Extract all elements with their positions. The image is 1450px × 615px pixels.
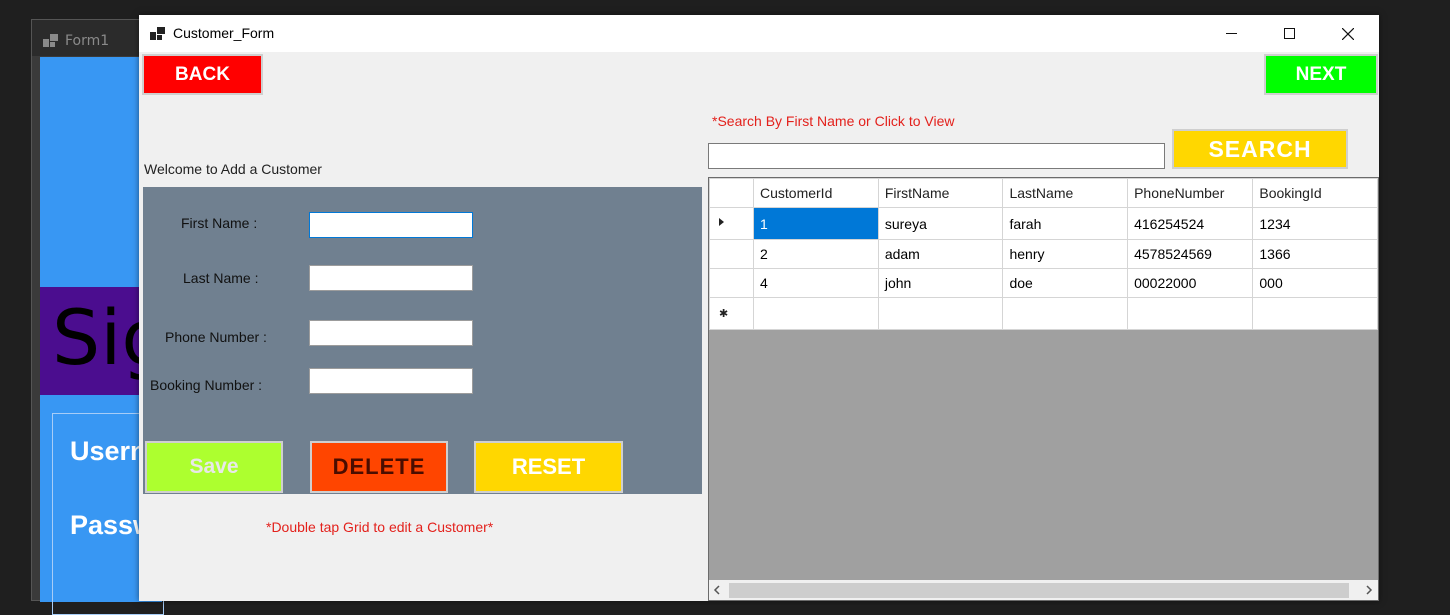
grid-cell[interactable]: farah [1002,207,1129,240]
column-header-phonenumber[interactable]: PhoneNumber [1127,178,1254,208]
last-name-label: Last Name : [183,270,259,286]
window-title: Customer_Form [173,25,275,41]
search-hint: *Search By First Name or Click to View [712,113,955,129]
row-header[interactable] [709,239,754,269]
search-button[interactable]: SEARCH [1172,129,1348,169]
background-window-title: Form1 [65,33,110,49]
next-button[interactable]: NEXT [1264,54,1378,95]
grid-cell[interactable]: 000 [1252,268,1378,298]
reset-button[interactable]: RESET [474,441,623,493]
customer-form-window: Customer_Form BACK NEXT *Search By First… [139,15,1379,601]
column-header-bookingid[interactable]: BookingId [1252,178,1378,208]
last-name-field[interactable] [309,265,473,291]
grid-cell[interactable]: 2 [753,239,879,269]
scroll-right-icon[interactable] [1365,585,1373,595]
grid-cell[interactable]: doe [1002,268,1129,298]
horizontal-scroll-thumb[interactable] [729,583,1349,598]
phone-number-label: Phone Number : [165,329,267,345]
minimize-button[interactable] [1202,15,1260,52]
grid-cell[interactable]: adam [877,239,1004,269]
row-header[interactable] [709,268,754,298]
booking-number-label: Booking Number : [150,377,263,393]
close-icon [1342,27,1354,40]
svg-text:✱: ✱ [719,307,728,320]
new-row-indicator[interactable]: ✱ [709,297,754,330]
grid-cell[interactable]: 4 [753,268,879,298]
edit-hint: *Double tap Grid to edit a Customer* [266,519,494,535]
current-row-indicator[interactable] [709,207,754,240]
minimize-icon [1225,33,1237,34]
column-header-firstname[interactable]: FirstName [877,178,1004,208]
row-header-corner [709,178,754,208]
column-header-customerid[interactable]: CustomerId [753,178,879,208]
horizontal-scrollbar[interactable] [709,580,1378,600]
grid-cell[interactable] [753,297,879,330]
grid-cell[interactable]: henry [1002,239,1129,269]
close-button[interactable] [1319,15,1377,52]
grid-cell[interactable] [877,297,1004,330]
welcome-text: Welcome to Add a Customer [144,161,322,177]
phone-number-field[interactable] [309,320,473,346]
grid-cell[interactable]: 1366 [1252,239,1378,269]
row-pointer-icon [719,218,724,226]
grid-cell[interactable]: 1234 [1252,207,1378,240]
delete-button[interactable]: DELETE [310,441,448,493]
app-icon [150,27,165,40]
scroll-left-icon[interactable] [713,585,721,595]
maximize-button[interactable] [1260,15,1318,52]
back-button[interactable]: BACK [142,54,263,95]
table-row[interactable]: 2 adam henry 4578524569 1366 [709,239,1378,269]
customer-table: CustomerId FirstName LastName PhoneNumbe… [709,178,1378,330]
titlebar[interactable]: Customer_Form [139,15,1379,52]
new-row[interactable]: ✱ [709,297,1378,330]
grid-cell[interactable]: 4578524569 [1127,239,1254,269]
grid-cell[interactable]: 1 [753,207,879,240]
first-name-label: First Name : [181,215,258,231]
table-row[interactable]: 4 john doe 00022000 000 [709,268,1378,298]
first-name-field[interactable] [309,212,473,238]
grid-cell[interactable]: 416254524 [1127,207,1254,240]
grid-cell[interactable] [1002,297,1129,330]
customer-form-panel: First Name : Last Name : Phone Number : … [143,187,702,494]
app-icon [43,34,58,47]
save-button[interactable]: Save [145,441,283,493]
grid-cell[interactable]: sureya [877,207,1004,240]
username-label: Usern [70,436,147,466]
grid-cell[interactable]: 00022000 [1127,268,1254,298]
booking-number-field[interactable] [309,368,473,394]
grid-cell[interactable] [1127,297,1254,330]
column-header-lastname[interactable]: LastName [1002,178,1129,208]
customer-grid[interactable]: CustomerId FirstName LastName PhoneNumbe… [708,177,1379,601]
new-row-asterisk-icon: ✱ [719,307,728,320]
grid-cell[interactable] [1252,297,1378,330]
table-row[interactable]: 1 sureya farah 416254524 1234 [709,207,1378,240]
maximize-icon [1283,28,1295,39]
grid-header-row: CustomerId FirstName LastName PhoneNumbe… [709,178,1378,208]
search-input[interactable] [708,143,1165,169]
grid-cell[interactable]: john [877,268,1004,298]
